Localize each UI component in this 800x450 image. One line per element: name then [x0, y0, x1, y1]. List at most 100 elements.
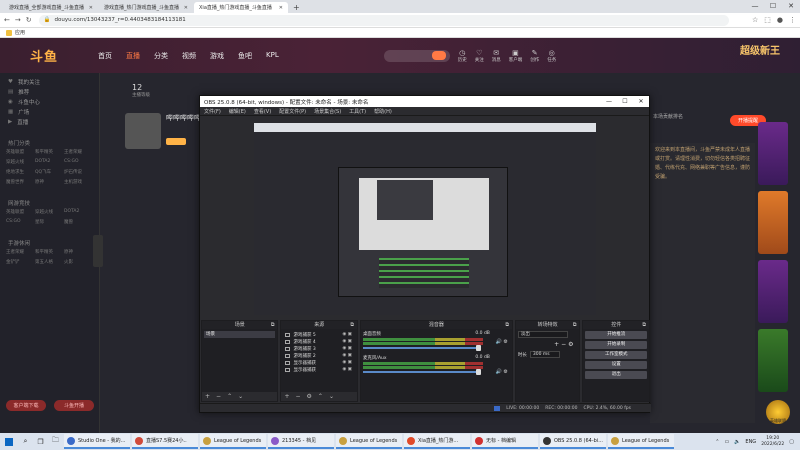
taskbar-app[interactable]: Xia直播_热门游...	[404, 434, 470, 449]
undock-icon[interactable]: ⧉	[350, 321, 354, 329]
task-view-icon[interactable]: ❐	[34, 435, 47, 448]
obs-menu-profile[interactable]: 配置文件(P)	[279, 108, 306, 115]
start-stream-button[interactable]: 斗鱼开播	[54, 400, 94, 411]
remove-icon[interactable]: −	[216, 393, 221, 400]
ad-card[interactable]	[758, 329, 788, 392]
extension-icon[interactable]: ⬚	[764, 16, 771, 24]
chevron-up-icon[interactable]: ⌃	[715, 439, 719, 445]
minimize-icon[interactable]: —	[746, 0, 764, 13]
obs-menu-tools[interactable]: 工具(T)	[349, 108, 366, 115]
gear-icon[interactable]: ⚙	[568, 341, 573, 348]
create-icon[interactable]: ✎ 创作	[530, 49, 539, 63]
start-recording-button[interactable]: 开始录制	[585, 341, 647, 349]
menu-kpl[interactable]: KPL	[266, 51, 279, 61]
search-icon[interactable]: ⌕	[19, 435, 32, 448]
client-download-button[interactable]: 客户端下载	[6, 400, 46, 411]
taskbar-app[interactable]: League of Legends	[336, 434, 402, 449]
language-indicator[interactable]: ENG	[745, 439, 756, 445]
ad-card[interactable]	[758, 191, 788, 254]
douyu-logo[interactable]: 斗鱼	[30, 46, 58, 65]
source-item[interactable]: 显示器捕获 ◉ ▣	[283, 359, 354, 366]
down-icon[interactable]: ⌄	[329, 393, 334, 400]
duration-input[interactable]: 300 ms	[529, 351, 560, 358]
forward-icon[interactable]: →	[15, 16, 21, 24]
back-icon[interactable]: ←	[4, 16, 10, 24]
obs-menu-file[interactable]: 文件(F)	[204, 108, 221, 115]
source-item[interactable]: 游戏捕获 5 ◉ ▣	[283, 331, 354, 338]
taskbar-app[interactable]: 213345 - 档见	[268, 434, 334, 449]
menu-icon[interactable]: ⋮	[789, 16, 796, 24]
close-tab-icon[interactable]: ✕	[184, 5, 188, 11]
new-tab-button[interactable]: +	[289, 2, 304, 13]
scene-item[interactable]: 场景	[204, 331, 276, 338]
search-icon[interactable]	[431, 51, 446, 60]
maximize-icon[interactable]: ☐	[764, 0, 782, 13]
url-input[interactable]: 🔒 douyu.com/13043237_r=0.440348318411318…	[38, 14, 729, 26]
add-icon[interactable]: +	[284, 393, 289, 400]
add-icon[interactable]: +	[554, 341, 559, 348]
taskbar-app[interactable]: OBS 25.0.8 (64-bi...	[540, 434, 606, 449]
taskbar-app[interactable]: League of Legends	[608, 434, 674, 449]
add-icon[interactable]: +	[205, 393, 210, 400]
undock-icon[interactable]: ⧉	[271, 321, 275, 329]
menu-home[interactable]: 首页	[98, 51, 112, 61]
file-explorer-icon[interactable]: 🗀	[49, 435, 62, 448]
bookmark-apps[interactable]: 应用	[15, 29, 25, 36]
obs-menu-scenes[interactable]: 场景集合(S)	[314, 108, 341, 115]
star-icon[interactable]: ☆	[752, 16, 758, 24]
menu-yuba[interactable]: 鱼吧	[238, 51, 252, 61]
up-icon[interactable]: ⌃	[318, 393, 323, 400]
exit-button[interactable]: 退出	[585, 371, 647, 379]
studio-mode-button[interactable]: 工作室模式	[585, 351, 647, 359]
task-icon[interactable]: ◎ 任务	[547, 49, 556, 63]
speaker-icon[interactable]: 🔊 ⚙	[496, 339, 508, 345]
eye-icon[interactable]: ◉ ▣	[342, 339, 352, 344]
speaker-icon[interactable]: 🔊 ⚙	[496, 369, 508, 375]
sidebar-item-follow[interactable]: ♥ 我的关注	[0, 77, 99, 87]
profile-icon[interactable]: ●	[777, 16, 783, 24]
reload-icon[interactable]: ↻	[26, 16, 32, 24]
notification-icon[interactable]: ▢	[789, 439, 794, 445]
browser-tab-1[interactable]: 游戏直播_全部游戏直播_斗鱼直播 ✕	[4, 2, 98, 13]
settings-button[interactable]: 设置	[585, 361, 647, 369]
undock-icon[interactable]: ⧉	[573, 321, 577, 329]
sidebar-collapse-handle[interactable]	[93, 235, 103, 267]
volume-slider[interactable]	[362, 345, 481, 351]
client-icon[interactable]: ▣ 客户端	[509, 49, 523, 63]
volume-icon[interactable]: 🔈	[734, 439, 740, 445]
obs-menu-view[interactable]: 查看(V)	[254, 108, 271, 115]
down-icon[interactable]: ⌄	[238, 393, 243, 400]
transition-select[interactable]: 淡出	[517, 331, 568, 338]
sidebar-item-live[interactable]: ▶ 直播	[0, 117, 99, 127]
eye-icon[interactable]: ◉ ▣	[342, 367, 352, 372]
ad-card[interactable]	[758, 260, 788, 323]
eye-icon[interactable]: ◉ ▣	[342, 346, 352, 351]
obs-minimize-icon[interactable]: —	[601, 98, 617, 105]
undock-icon[interactable]: ⧉	[505, 321, 509, 329]
close-tab-icon[interactable]: ✕	[89, 5, 93, 11]
taskbar-app[interactable]: Studio One - 我的...	[64, 434, 130, 449]
up-icon[interactable]: ⌃	[227, 393, 232, 400]
eye-icon[interactable]: ◉ ▣	[342, 332, 352, 337]
sidebar-item-square[interactable]: ▦ 广场	[0, 107, 99, 117]
menu-video[interactable]: 视频	[182, 51, 196, 61]
windows-start-icon[interactable]	[0, 433, 18, 450]
obs-close-icon[interactable]: ✕	[633, 98, 649, 105]
ad-card[interactable]	[758, 122, 788, 185]
close-tab-icon[interactable]: ✕	[279, 5, 283, 11]
source-item[interactable]: 游戏捕获 4 ◉ ▣	[283, 338, 354, 345]
volume-slider[interactable]	[362, 369, 481, 375]
source-item[interactable]: 游戏捕获 2 ◉ ▣	[283, 352, 354, 359]
game-icon[interactable]: 英雄联盟	[766, 400, 790, 424]
start-streaming-button[interactable]: 开始推流	[585, 331, 647, 339]
clock[interactable]: 19:20 2022/6/22	[761, 436, 784, 448]
taskbar-app[interactable]: 无标 - 档编辑	[472, 434, 538, 449]
browser-tab-3[interactable]: Xia直播_热门游戏直播_斗鱼直播 ✕	[194, 2, 288, 13]
undock-icon[interactable]: ⧉	[642, 321, 646, 329]
eye-icon[interactable]: ◉ ▣	[342, 360, 352, 365]
menu-category[interactable]: 分类	[154, 51, 168, 61]
source-item[interactable]: 显示器捕获 ◉ ▣	[283, 366, 354, 373]
close-icon[interactable]: ✕	[782, 0, 800, 13]
obs-preview[interactable]	[254, 123, 596, 315]
search-input[interactable]	[383, 49, 450, 62]
